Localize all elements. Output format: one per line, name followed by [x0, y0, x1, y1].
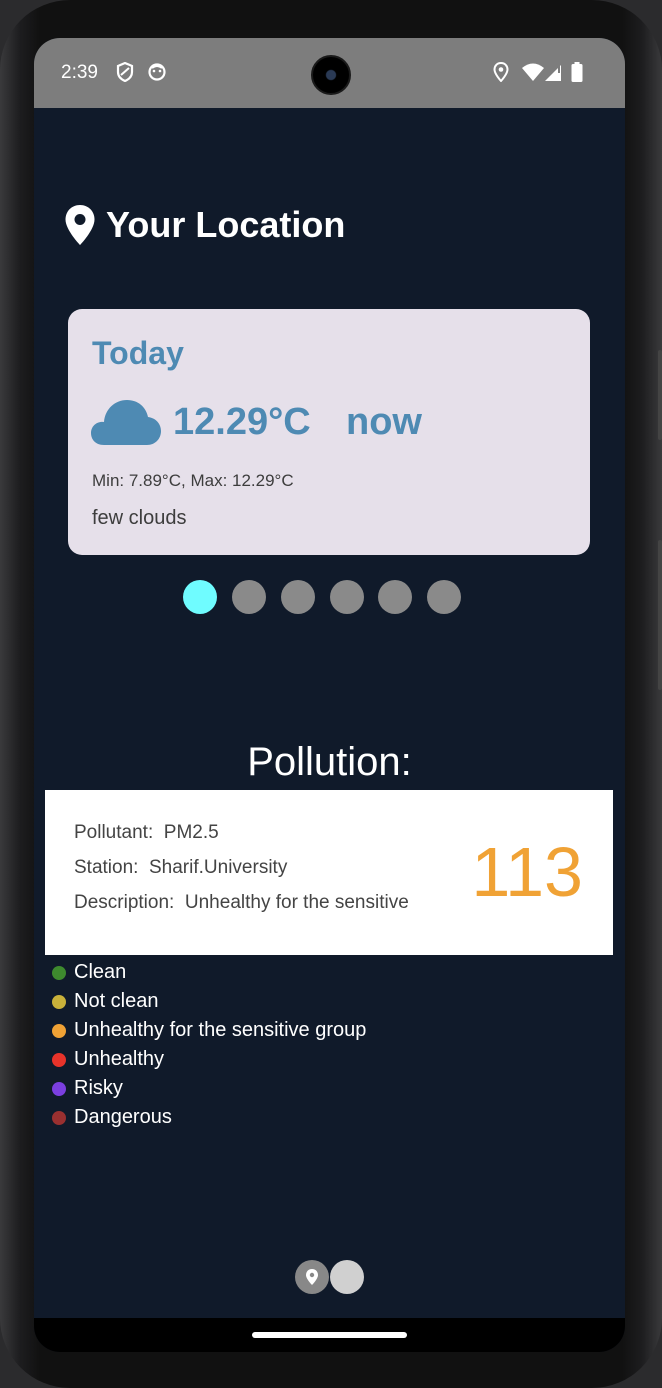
legend-dot	[52, 994, 66, 1009]
pager-dot-6[interactable]	[427, 580, 461, 614]
pager-dot-3[interactable]	[281, 580, 315, 614]
legend-dot	[52, 1052, 66, 1067]
station-row: Station: Sharif.University	[74, 857, 287, 879]
station-label: Station:	[74, 857, 139, 878]
battery-icon	[571, 62, 583, 82]
system-nav-bar	[34, 1318, 625, 1352]
pager-dot-4[interactable]	[330, 580, 364, 614]
weather-card[interactable]: Today 12.29°C now Min: 7.89°C, Max: 12.2…	[68, 309, 590, 555]
legend-item-risky: Risky	[52, 1074, 366, 1103]
legend-label: Not clean	[74, 990, 159, 1012]
location-header: Your Location	[64, 204, 345, 246]
nav-other-button[interactable]	[330, 1260, 364, 1294]
cloud-icon	[91, 400, 161, 445]
shield-icon	[116, 62, 134, 82]
location-title: Your Location	[106, 204, 346, 245]
station-value: Sharif.University	[149, 857, 288, 878]
location-pin-icon	[65, 205, 95, 245]
home-handle[interactable]	[252, 1332, 407, 1338]
pollutant-value: PM2.5	[163, 822, 219, 843]
status-bar: 2:39	[34, 38, 625, 108]
temperature: 12.29°C	[173, 401, 311, 443]
legend-label: Unhealthy for the sensitive group	[74, 1019, 367, 1041]
front-camera	[311, 55, 351, 95]
description-value: Unhealthy for the sensitive	[184, 892, 409, 913]
pollution-card: Pollutant: PM2.5 Station: Sharif.Univers…	[45, 790, 613, 955]
description-row: Description: Unhealthy for the sensitive	[74, 892, 409, 914]
pollutant-label: Pollutant:	[74, 822, 154, 843]
pager-dot-2[interactable]	[232, 580, 266, 614]
legend-item-unhealthy-sensitive: Unhealthy for the sensitive group	[52, 1016, 366, 1045]
signal-icon	[545, 65, 561, 81]
legend-dot	[52, 1081, 66, 1096]
description-label: Description:	[74, 892, 175, 913]
legend-item-clean: Clean	[52, 958, 366, 987]
location-pin-icon	[306, 1269, 318, 1285]
status-time: 2:39	[61, 62, 98, 83]
legend-item-dangerous: Dangerous	[52, 1103, 366, 1132]
day-label: Today	[92, 335, 184, 371]
wifi-icon	[522, 63, 544, 81]
aqi-value: 113	[471, 833, 583, 911]
screen: 2:39 Your Location Today 12.29°C now Min…	[34, 38, 625, 1352]
pollution-title: Pollution:	[247, 740, 412, 784]
face-icon	[148, 63, 166, 81]
legend-label: Unhealthy	[74, 1048, 165, 1070]
legend-dot	[52, 965, 66, 980]
volume-button	[658, 350, 662, 440]
weather-description: few clouds	[92, 507, 187, 529]
legend-label: Risky	[74, 1077, 123, 1099]
time-label: now	[346, 401, 422, 443]
power-button	[658, 540, 662, 690]
legend-item-unhealthy: Unhealthy	[52, 1045, 366, 1074]
legend-dot	[52, 1023, 66, 1038]
pager-dot-1[interactable]	[183, 580, 217, 614]
legend-label: Dangerous	[74, 1106, 172, 1128]
location-icon	[493, 62, 509, 82]
pollutant-row: Pollutant: PM2.5	[74, 822, 219, 844]
legend-label: Clean	[74, 961, 127, 983]
min-max-temperature: Min: 7.89°C, Max: 12.29°C	[92, 471, 294, 490]
legend-item-not-clean: Not clean	[52, 987, 366, 1016]
nav-location-button[interactable]	[295, 1260, 329, 1294]
pager-dot-5[interactable]	[378, 580, 412, 614]
pollution-legend: Clean Not clean Unhealthy for the sensit…	[52, 958, 366, 1132]
legend-dot	[52, 1110, 66, 1125]
